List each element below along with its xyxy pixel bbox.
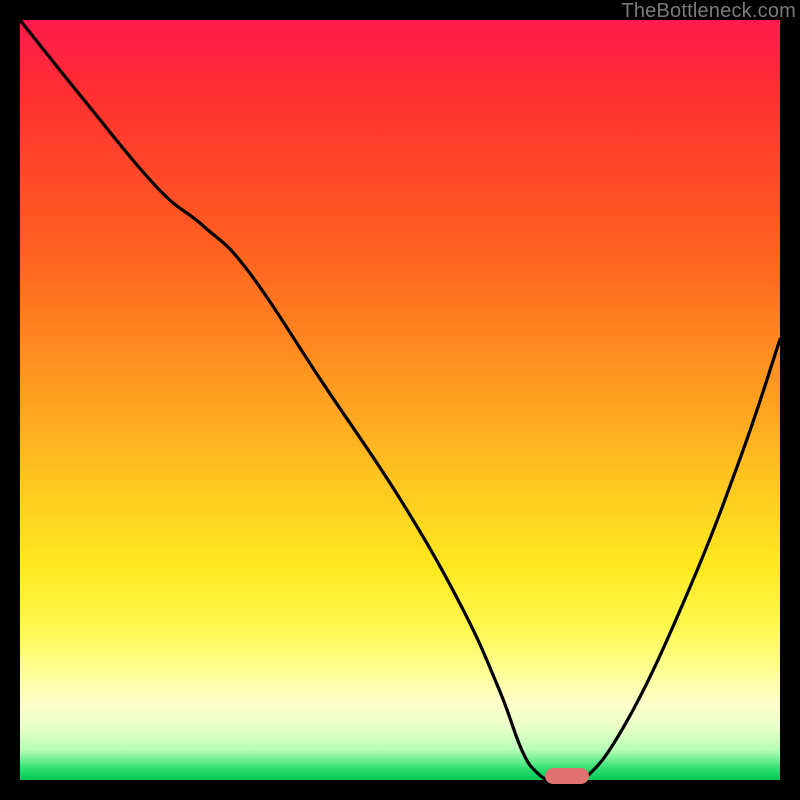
bottleneck-curve — [20, 20, 780, 780]
chart-area — [20, 20, 780, 780]
watermark-text: TheBottleneck.com — [621, 0, 796, 23]
optimal-marker — [545, 768, 589, 784]
curve-overlay — [20, 20, 780, 780]
